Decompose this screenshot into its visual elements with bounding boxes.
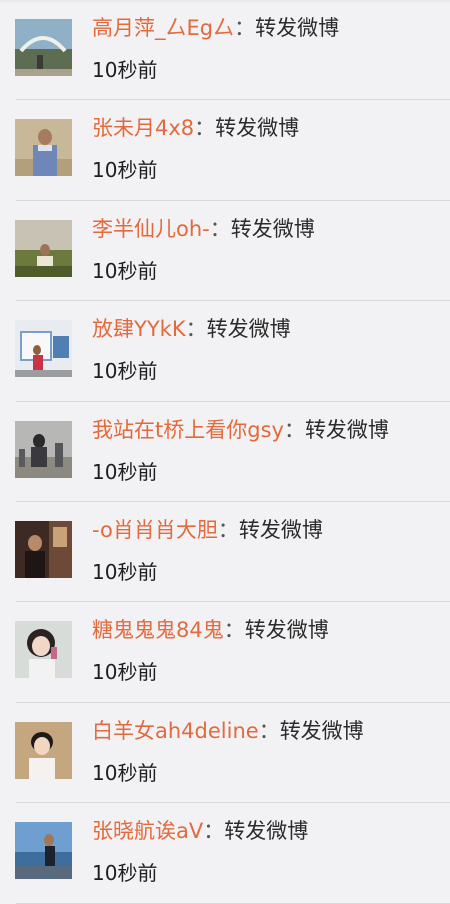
separator: ： <box>203 819 225 844</box>
avatar-image <box>15 520 72 578</box>
post-line: 放肆YYkK：转发微博 <box>92 313 291 345</box>
username-link[interactable]: 张晓航诶aV <box>92 819 203 843</box>
separator: ： <box>194 116 216 141</box>
username-link[interactable]: 白羊女ah4deline <box>92 719 259 743</box>
avatar-photo-icon[interactable] <box>15 320 72 378</box>
username-link[interactable]: 放肆YYkK <box>92 317 186 341</box>
feed-item[interactable]: 高月萍_厶Eg厶：转发微博 10秒前 <box>0 0 450 101</box>
username-link[interactable]: 张未月4x8 <box>92 116 194 140</box>
timestamp: 10秒前 <box>92 459 158 484</box>
action-text: 转发微博 <box>304 417 389 442</box>
feed-item[interactable]: 糖鬼鬼鬼84鬼：转发微博 10秒前 <box>0 602 450 704</box>
post-line: 白羊女ah4deline：转发微博 <box>92 715 364 747</box>
feed-item[interactable]: 李半仙儿oh-：转发微博 10秒前 <box>0 201 450 302</box>
username-link[interactable]: 高月萍_厶Eg厶 <box>92 16 234 40</box>
feed-item[interactable]: 张晓航诶aV：转发微博 10秒前 <box>0 803 450 904</box>
separator: ： <box>223 618 245 643</box>
separator: ： <box>283 417 305 442</box>
action-text: 转发微博 <box>279 718 364 743</box>
post-line: 高月萍_厶Eg厶：转发微博 <box>92 12 339 44</box>
avatar-photo-icon[interactable] <box>15 822 72 880</box>
avatar-image <box>15 621 72 679</box>
avatar-image <box>15 420 72 478</box>
separator: ： <box>234 16 256 40</box>
username-link[interactable]: 李半仙儿oh- <box>92 217 210 241</box>
username-link[interactable]: -o肖肖肖大胆 <box>92 518 218 542</box>
post-line: -o肖肖肖大胆：转发微博 <box>92 514 323 546</box>
avatar-image <box>15 320 72 378</box>
avatar-photo-icon[interactable] <box>15 219 72 277</box>
post-line: 糖鬼鬼鬼84鬼：转发微博 <box>92 614 329 646</box>
timestamp: 10秒前 <box>92 660 158 685</box>
avatar-photo-icon[interactable] <box>15 520 72 578</box>
post-line: 李半仙儿oh-：转发微博 <box>92 213 315 245</box>
avatar-photo-icon[interactable] <box>15 119 72 177</box>
avatar-image <box>15 822 72 880</box>
username-link[interactable]: 我站在t桥上看你gsy <box>92 418 284 442</box>
action-text: 转发微博 <box>224 819 309 844</box>
username-link[interactable]: 糖鬼鬼鬼84鬼 <box>92 618 224 642</box>
separator: ： <box>217 517 239 542</box>
avatar-photo-icon[interactable] <box>15 721 72 779</box>
separator: ： <box>258 718 280 743</box>
action-text: 转发微博 <box>230 216 315 241</box>
action-text: 转发微博 <box>206 317 291 342</box>
avatar-photo-icon[interactable] <box>15 420 72 478</box>
separator: ： <box>209 216 231 241</box>
avatar-image <box>15 19 72 76</box>
action-text: 转发微博 <box>255 16 340 40</box>
feed-item[interactable]: 张未月4x8：转发微博 10秒前 <box>0 100 450 202</box>
action-text: 转发微博 <box>238 517 323 542</box>
post-line: 我站在t桥上看你gsy：转发微博 <box>92 414 389 446</box>
timestamp: 10秒前 <box>92 258 158 283</box>
timestamp: 10秒前 <box>92 760 158 785</box>
timestamp: 10秒前 <box>92 359 158 384</box>
feed-item[interactable]: 我站在t桥上看你gsy：转发微博 10秒前 <box>0 402 450 503</box>
feed-item[interactable]: 白羊女ah4deline：转发微博 10秒前 <box>0 703 450 804</box>
timestamp: 10秒前 <box>92 559 158 584</box>
repost-feed: 高月萍_厶Eg厶：转发微博 10秒前 张未月4x8：转发微博 10秒前 李半仙儿… <box>0 0 450 904</box>
timestamp: 10秒前 <box>92 158 158 183</box>
separator: ： <box>185 317 207 342</box>
post-line: 张晓航诶aV：转发微博 <box>92 815 308 847</box>
timestamp: 10秒前 <box>92 861 158 886</box>
feed-item[interactable]: 放肆YYkK：转发微博 10秒前 <box>0 301 450 402</box>
action-text: 转发微博 <box>215 116 300 141</box>
avatar-image <box>15 219 72 277</box>
feed-item[interactable]: -o肖肖肖大胆：转发微博 10秒前 <box>0 502 450 603</box>
timestamp: 10秒前 <box>92 58 158 82</box>
avatar-photo-icon[interactable] <box>15 19 72 76</box>
avatar-image <box>15 721 72 779</box>
action-text: 转发微博 <box>244 618 329 643</box>
post-line: 张未月4x8：转发微博 <box>92 112 299 144</box>
avatar-image <box>15 119 72 177</box>
avatar-photo-icon[interactable] <box>15 621 72 679</box>
